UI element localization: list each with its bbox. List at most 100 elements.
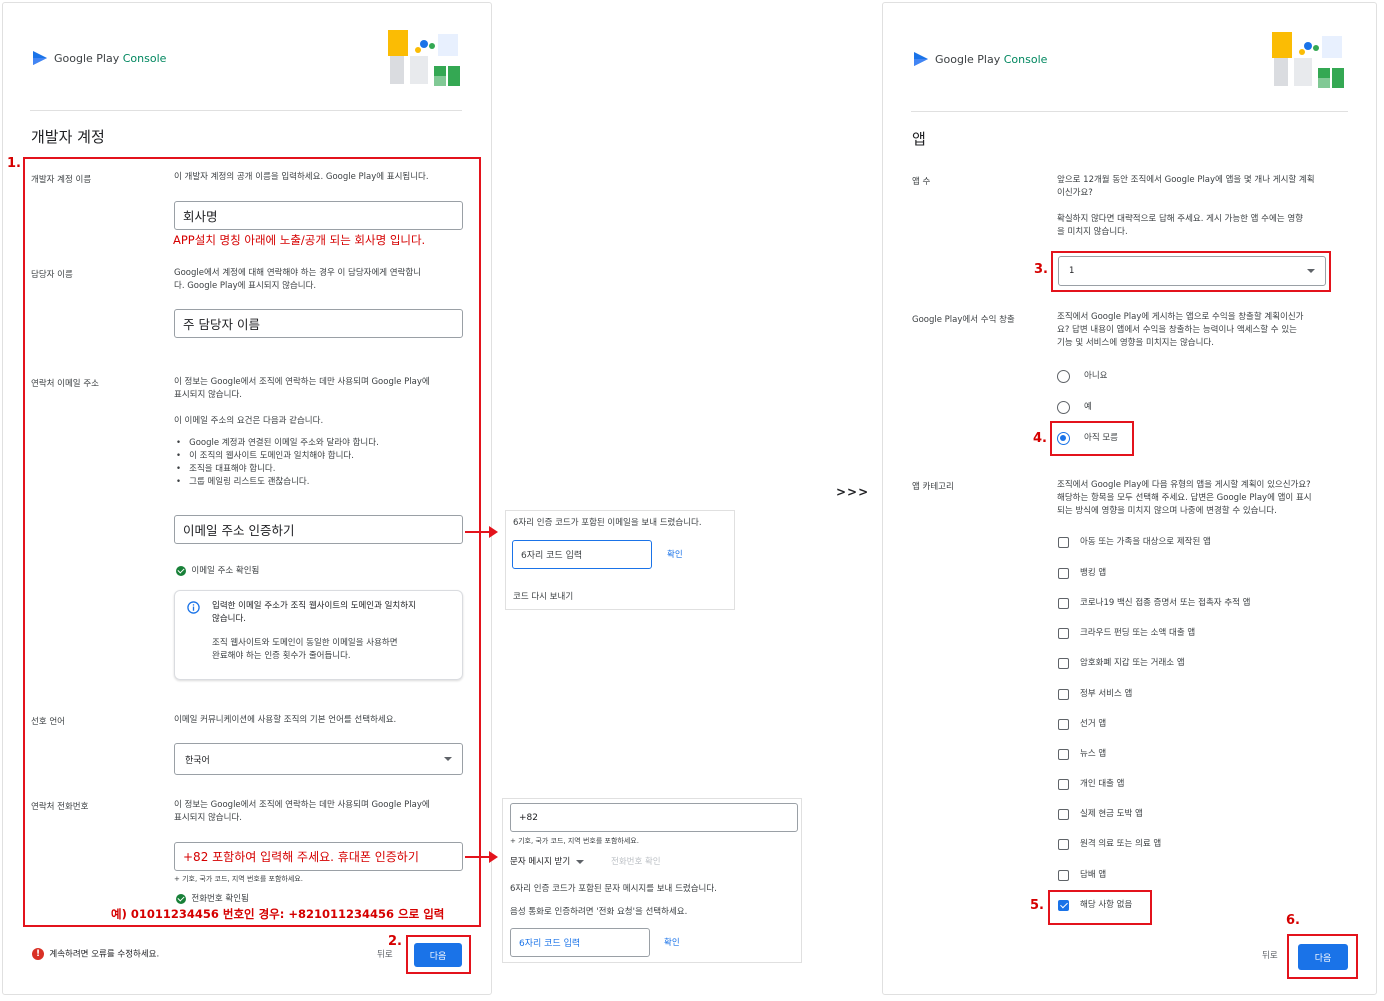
email-popup-arrow — [465, 526, 498, 538]
step-5-marker: 5. — [1030, 898, 1044, 913]
brand-name: Google Play Console — [935, 52, 1048, 66]
category-option: 담배 앱 — [1080, 870, 1107, 880]
monetize-question-3: 기능 및 서비스에 영향을 미치지는 않습니다. — [1057, 338, 1214, 348]
header-divider — [30, 110, 462, 111]
email-desc-1: 이 정보는 Google에서 조직에 연락하는 데만 사용되며 Google P… — [174, 377, 430, 387]
category-checkbox[interactable] — [1058, 598, 1069, 609]
category-checkbox[interactable] — [1058, 537, 1069, 548]
back-button[interactable]: 뒤로 — [377, 949, 393, 962]
phone-popup-hint: + 기호, 국가 코드, 지역 번호를 포함하세요. — [510, 837, 639, 845]
email-requirement-item: • Google 계정과 연결된 이메일 주소와 달라야 합니다. — [176, 438, 379, 448]
next-button[interactable]: 다음 — [414, 943, 462, 967]
category-checkbox[interactable] — [1058, 568, 1069, 579]
email-code-confirm-button[interactable]: 확인 — [667, 549, 683, 562]
page-title: 개발자 계정 — [31, 128, 105, 146]
category-checkbox[interactable] — [1058, 719, 1069, 730]
step-3-marker: 3. — [1034, 262, 1048, 277]
category-checkbox[interactable] — [1058, 689, 1069, 700]
info-text-1: 입력한 이메일 주소가 조직 웹사이트의 도메인과 일치하지 — [212, 601, 416, 611]
phone-hint: + 기호, 국가 코드, 지역 번호를 포함하세요. — [174, 875, 303, 883]
category-option: 정부 서비스 앱 — [1080, 689, 1133, 699]
radio-no[interactable] — [1057, 370, 1070, 383]
next-button[interactable]: 다음 — [1298, 944, 1348, 970]
step-6-marker: 6. — [1286, 913, 1300, 928]
phone-verified-status: 전화번호 확인됨 — [176, 893, 249, 906]
category-option: 선거 앱 — [1080, 719, 1107, 729]
category-option: 아동 또는 가족을 대상으로 제작된 앱 — [1080, 537, 1211, 547]
email-label: 연락처 이메일 주소 — [31, 379, 99, 389]
radio-yes-label: 예 — [1084, 402, 1092, 412]
radio-not-sure-label: 아직 모름 — [1084, 433, 1118, 443]
developer-name-input[interactable]: 회사명 — [174, 201, 463, 230]
sms-sent-text: 6자리 인증 코드가 포함된 문자 메시지를 보내 드렸습니다. — [510, 884, 717, 894]
category-question-1: 조직에서 Google Play에 다음 유형의 앱을 게시할 계획이 있으신가… — [1057, 480, 1311, 490]
email-requirement-item: • 그룹 메일링 리스트도 괜찮습니다. — [176, 477, 310, 487]
resend-code-link[interactable]: 코드 다시 보내기 — [513, 591, 573, 604]
step-2-marker: 2. — [388, 934, 402, 949]
app-count-label: 앱 수 — [912, 177, 931, 187]
brand-logo: Google Play Console — [32, 50, 166, 66]
contact-name-desc-1: Google에서 계정에 대해 연락해야 하는 경우 이 담당자에게 연락합니 — [174, 268, 422, 278]
brand-logo: Google Play Console — [913, 51, 1047, 67]
app-count-question-3: 확실하지 않다면 대략적으로 답해 주세요. 게시 가능한 앱 수에는 영향 — [1057, 214, 1303, 224]
email-code-sent: 6자리 인증 코드가 포함된 이메일을 보내 드렸습니다. — [513, 518, 702, 528]
dropdown-caret-icon — [1307, 269, 1315, 273]
category-checkbox[interactable] — [1058, 870, 1069, 881]
developer-name-label: 개발자 계정 이름 — [31, 175, 92, 185]
radio-no-label: 아니요 — [1084, 371, 1108, 381]
step-4-marker: 4. — [1033, 431, 1047, 446]
header-illustration-icon — [388, 30, 460, 86]
phone-desc-1: 이 정보는 Google에서 조직에 연락하는 데만 사용되며 Google P… — [174, 800, 430, 810]
radio-not-sure[interactable] — [1057, 432, 1070, 445]
verify-phone-button[interactable]: 전화번호 확인 — [611, 856, 661, 869]
app-count-select[interactable]: 1 — [1058, 256, 1326, 286]
phone-example-annotation: 예) 01011234456 번호인 경우: +821011234456 으로 … — [111, 907, 445, 921]
email-code-input[interactable]: 6자리 코드 입력 — [512, 540, 652, 569]
play-console-icon — [33, 51, 47, 65]
category-option: 뉴스 앱 — [1080, 749, 1107, 759]
monetize-question-1: 조직에서 Google Play에 게시하는 앱으로 수익을 창출할 계획이신가 — [1057, 312, 1304, 322]
radio-yes[interactable] — [1057, 401, 1070, 414]
email-info-card: 입력한 이메일 주소가 조직 웹사이트의 도메인과 일치하지 않습니다. 조직 … — [174, 590, 463, 680]
error-icon: ! — [32, 948, 44, 960]
category-checkbox[interactable] — [1058, 749, 1069, 760]
category-question-2: 해당하는 항목을 모두 선택해 주세요. 답변은 Google Play에 앱이… — [1057, 493, 1312, 503]
phone-label: 연락처 전화번호 — [31, 802, 89, 812]
category-checkbox[interactable] — [1058, 839, 1069, 850]
category-checkbox[interactable] — [1058, 809, 1069, 820]
email-input[interactable]: 이메일 주소 인증하기 — [174, 515, 463, 544]
info-text-3: 조직 웹사이트와 도메인이 동일한 이메일을 사용하면 — [212, 638, 398, 648]
category-checkbox-none[interactable] — [1058, 900, 1069, 911]
category-option: 개인 대출 앱 — [1080, 779, 1125, 789]
category-option: 뱅킹 앱 — [1080, 568, 1107, 578]
email-desc-2: 표시되지 않습니다. — [174, 390, 242, 400]
category-checkbox[interactable] — [1058, 628, 1069, 639]
sms-code-confirm-button[interactable]: 확인 — [664, 937, 680, 950]
info-icon — [187, 601, 200, 614]
phone-input[interactable]: +82 포함하여 입력해 주세요. 휴대폰 인증하기 — [174, 842, 463, 871]
phone-number-input[interactable]: +82 — [510, 803, 798, 832]
contact-name-input[interactable]: 주 담당자 이름 — [174, 309, 463, 338]
info-text-2: 않습니다. — [212, 614, 246, 624]
language-select[interactable]: 한국어 — [174, 743, 463, 775]
category-label: 앱 카테고리 — [912, 482, 954, 492]
flow-separator: >>> — [836, 485, 870, 499]
category-checkbox[interactable] — [1058, 658, 1069, 669]
email-requirement-item: • 이 조직의 웹사이트 도메인과 일치해야 합니다. — [176, 451, 354, 461]
email-requirements: 이 이메일 주소의 요건은 다음과 같습니다. — [174, 416, 324, 426]
back-button[interactable]: 뒤로 — [1262, 950, 1278, 963]
dropdown-caret-icon — [444, 757, 452, 761]
category-option: 암호화폐 지갑 또는 거래소 앱 — [1080, 658, 1185, 668]
category-option: 크라우드 펀딩 또는 소액 대출 앱 — [1080, 628, 1196, 638]
sms-method-select[interactable]: 문자 메시지 받기 — [510, 856, 584, 869]
check-circle-icon — [176, 893, 186, 904]
email-verified-status: 이메일 주소 확인됨 — [176, 565, 259, 578]
category-checkbox[interactable] — [1058, 779, 1069, 790]
language-label: 선호 언어 — [31, 717, 65, 727]
info-text-4: 완료해야 하는 인증 횟수가 줄어듭니다. — [212, 651, 351, 661]
developer-name-desc: 이 개발자 계정의 공개 이름을 입력하세요. Google Play에 표시됩… — [174, 172, 429, 182]
category-option: 코로나19 백신 접종 증명서 또는 접촉자 추적 앱 — [1080, 598, 1251, 608]
category-option: 원격 의료 또는 의료 앱 — [1080, 839, 1162, 849]
sms-code-input[interactable]: 6자리 코드 입력 — [510, 928, 650, 957]
monetize-question-2: 요? 답변 내용이 앱에서 수익을 창출하는 능력이나 액세스할 수 있는 — [1057, 325, 1297, 335]
